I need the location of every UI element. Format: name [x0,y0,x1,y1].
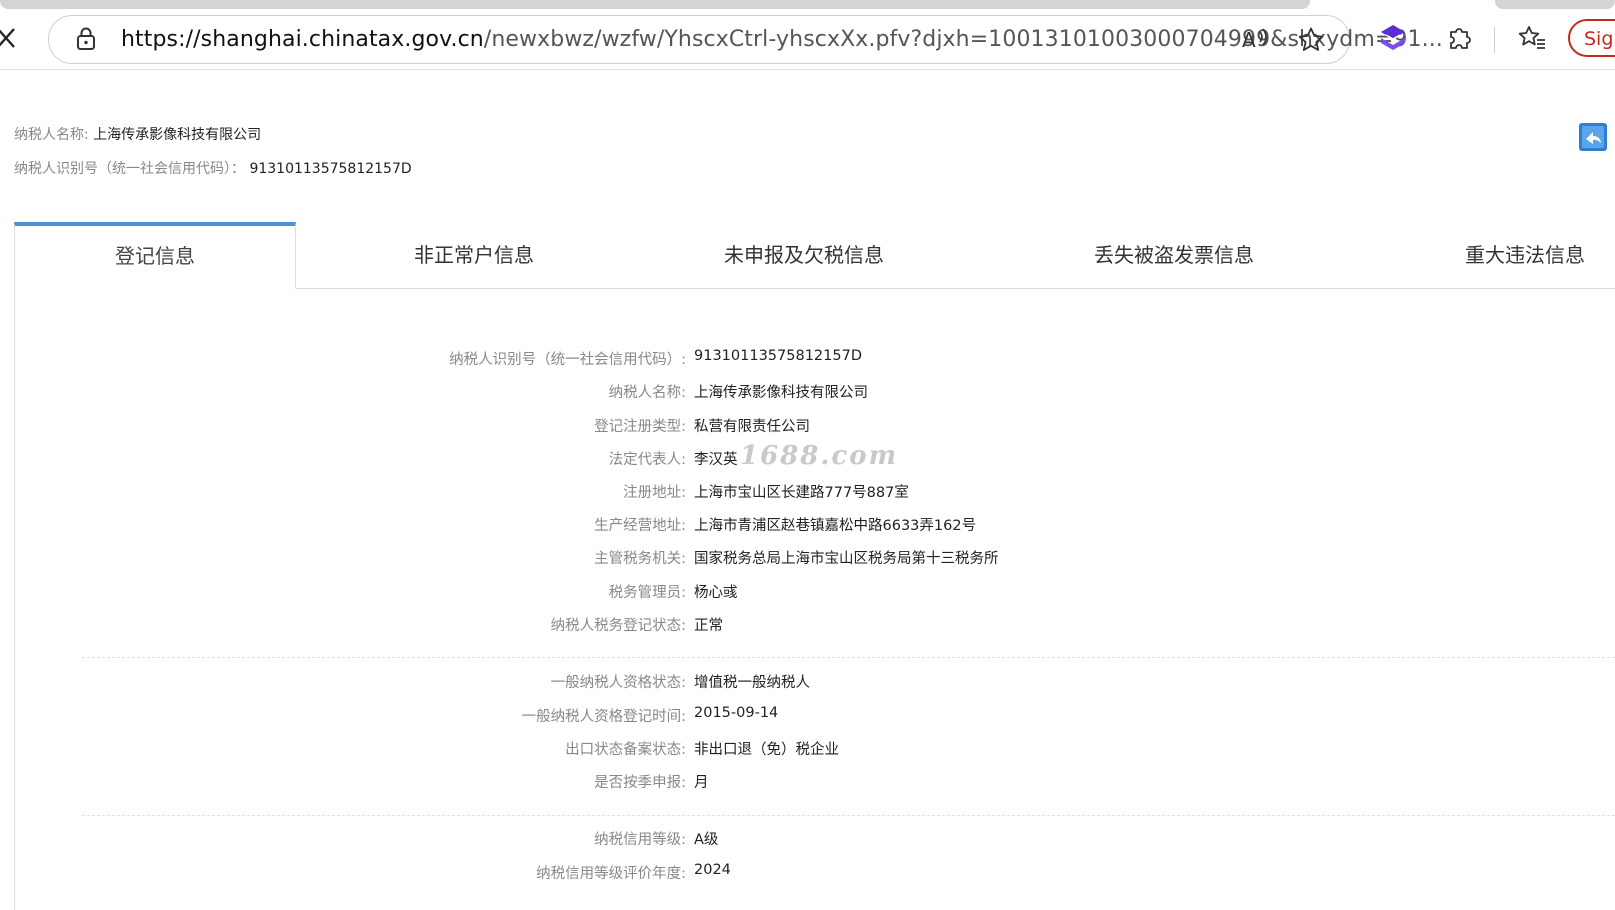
read-aloud-icon[interactable]: A [1241,26,1271,52]
info-row: 一般纳税人资格登记时间: 2015-09-14 [0,705,1615,729]
info-row: 纳税人识别号（统一社会信用代码）: 91310113575812157D [0,348,1615,372]
address-bar[interactable]: https://shanghai.chinatax.gov.cn/newxbwz… [48,15,1443,64]
field-label: 纳税信用等级评价年度: [536,866,686,882]
info-row: 登记注册类型: 私营有限责任公司 [0,415,1615,439]
field-label: 纳税人税务登记状态: [550,618,686,634]
field-label: 纳税信用等级: [594,832,686,848]
info-row: 纳税信用等级: A级 [0,828,1615,852]
close-icon[interactable] [0,23,20,53]
info-row: 生产经营地址: 上海市青浦区赵巷镇嘉松中路6633弄162号 [0,514,1615,538]
info-row: 纳税信用等级评价年度: 2024 [0,862,1615,886]
browser-toolbar: https://shanghai.chinatax.gov.cn/newxbwz… [0,9,1615,70]
info-row: 税务管理员: 杨心彧 [0,581,1615,605]
browser-tab-strip [0,0,1615,9]
info-row: 纳税人税务登记状态: 正常 [0,614,1615,638]
field-label: 注册地址: [623,485,686,501]
field-label: 纳税人名称: [608,385,686,401]
field-value: 杨心彧 [694,585,738,601]
field-value: 上海传承影像科技有限公司 [694,385,868,401]
tab-undeclared-arrears[interactable]: 未申报及欠税信息 [694,222,914,288]
taxpayer-id-header: 纳税人识别号（统一社会信用代码）： 91310113575812157D [14,158,412,178]
info-row: 注册地址: 上海市宝山区长建路777号887室 [0,481,1615,505]
browser-tab[interactable] [1495,0,1615,9]
extensions-puzzle-icon[interactable] [1444,23,1474,53]
field-value: 上海市青浦区赵巷镇嘉松中路6633弄162号 [694,518,977,534]
field-value: 月 [694,775,709,791]
tab-registration-info[interactable]: 登记信息 [14,222,296,289]
tab-lost-invoices[interactable]: 丢失被盗发票信息 [1064,222,1284,288]
field-value: 2015-09-14 [694,705,779,721]
info-row: 一般纳税人资格状态: 增值税一般纳税人 [0,671,1615,695]
info-row: 是否按季申报: 月 [0,771,1615,795]
back-return-icon[interactable] [1578,122,1608,156]
field-label: 出口状态备案状态: [565,742,686,758]
field-label: 纳税人识别号（统一社会信用代码）: [449,352,686,368]
taxpayer-id-label: 纳税人识别号（统一社会信用代码）： [14,161,245,177]
section-divider [82,815,1615,816]
tab-abnormal-household[interactable]: 非正常户信息 [374,222,574,288]
field-label: 一般纳税人资格登记时间: [521,709,686,725]
field-value: 非出口退（免）税企业 [694,742,839,758]
field-label: 主管税务机关: [594,551,686,567]
watermark: 1688.com [740,441,899,471]
info-row: 纳税人名称: 上海传承影像科技有限公司 [0,381,1615,405]
info-tabs: 登记信息 非正常户信息 未申报及欠税信息 丢失被盗发票信息 重大违法信息 [14,222,1615,289]
field-value: A级 [694,832,719,848]
field-value: 私营有限责任公司 [694,419,810,435]
field-label: 是否按季申报: [594,775,686,791]
field-value: 正常 [694,618,723,634]
field-value: 李汉英 [694,452,738,468]
taxpayer-name-label: 纳税人名称: [14,127,89,143]
field-value: 国家税务总局上海市宝山区税务局第十三税务所 [694,551,999,567]
favorite-star-icon[interactable] [1297,26,1325,54]
field-label: 法定代表人: [608,452,686,468]
field-value: 2024 [694,862,731,878]
svg-text:A: A [1242,28,1256,52]
copilot-extension-icon[interactable] [1378,23,1408,53]
lock-icon[interactable] [73,26,99,52]
browser-tab[interactable] [0,0,1310,9]
tab-major-violations[interactable]: 重大违法信息 [1440,222,1610,288]
field-value: 91310113575812157D [694,348,862,364]
sign-in-button[interactable]: Sign [1568,19,1615,57]
taxpayer-name-value: 上海传承影像科技有限公司 [93,127,262,143]
field-value: 增值税一般纳税人 [694,675,810,691]
field-value: 上海市宝山区长建路777号887室 [694,485,909,501]
field-label: 登记注册类型: [594,419,686,435]
taxpayer-name-header: 纳税人名称: 上海传承影像科技有限公司 [14,124,261,144]
taxpayer-id-value: 91310113575812157D [249,161,412,177]
section-divider [82,657,1615,658]
field-label: 一般纳税人资格状态: [550,675,686,691]
field-label: 生产经营地址: [594,518,686,534]
field-label: 税务管理员: [608,585,686,601]
favorites-icon[interactable] [1516,23,1548,53]
toolbar-divider [1494,27,1495,53]
info-row: 主管税务机关: 国家税务总局上海市宝山区税务局第十三税务所 [0,547,1615,571]
info-row: 出口状态备案状态: 非出口退（免）税企业 [0,738,1615,762]
